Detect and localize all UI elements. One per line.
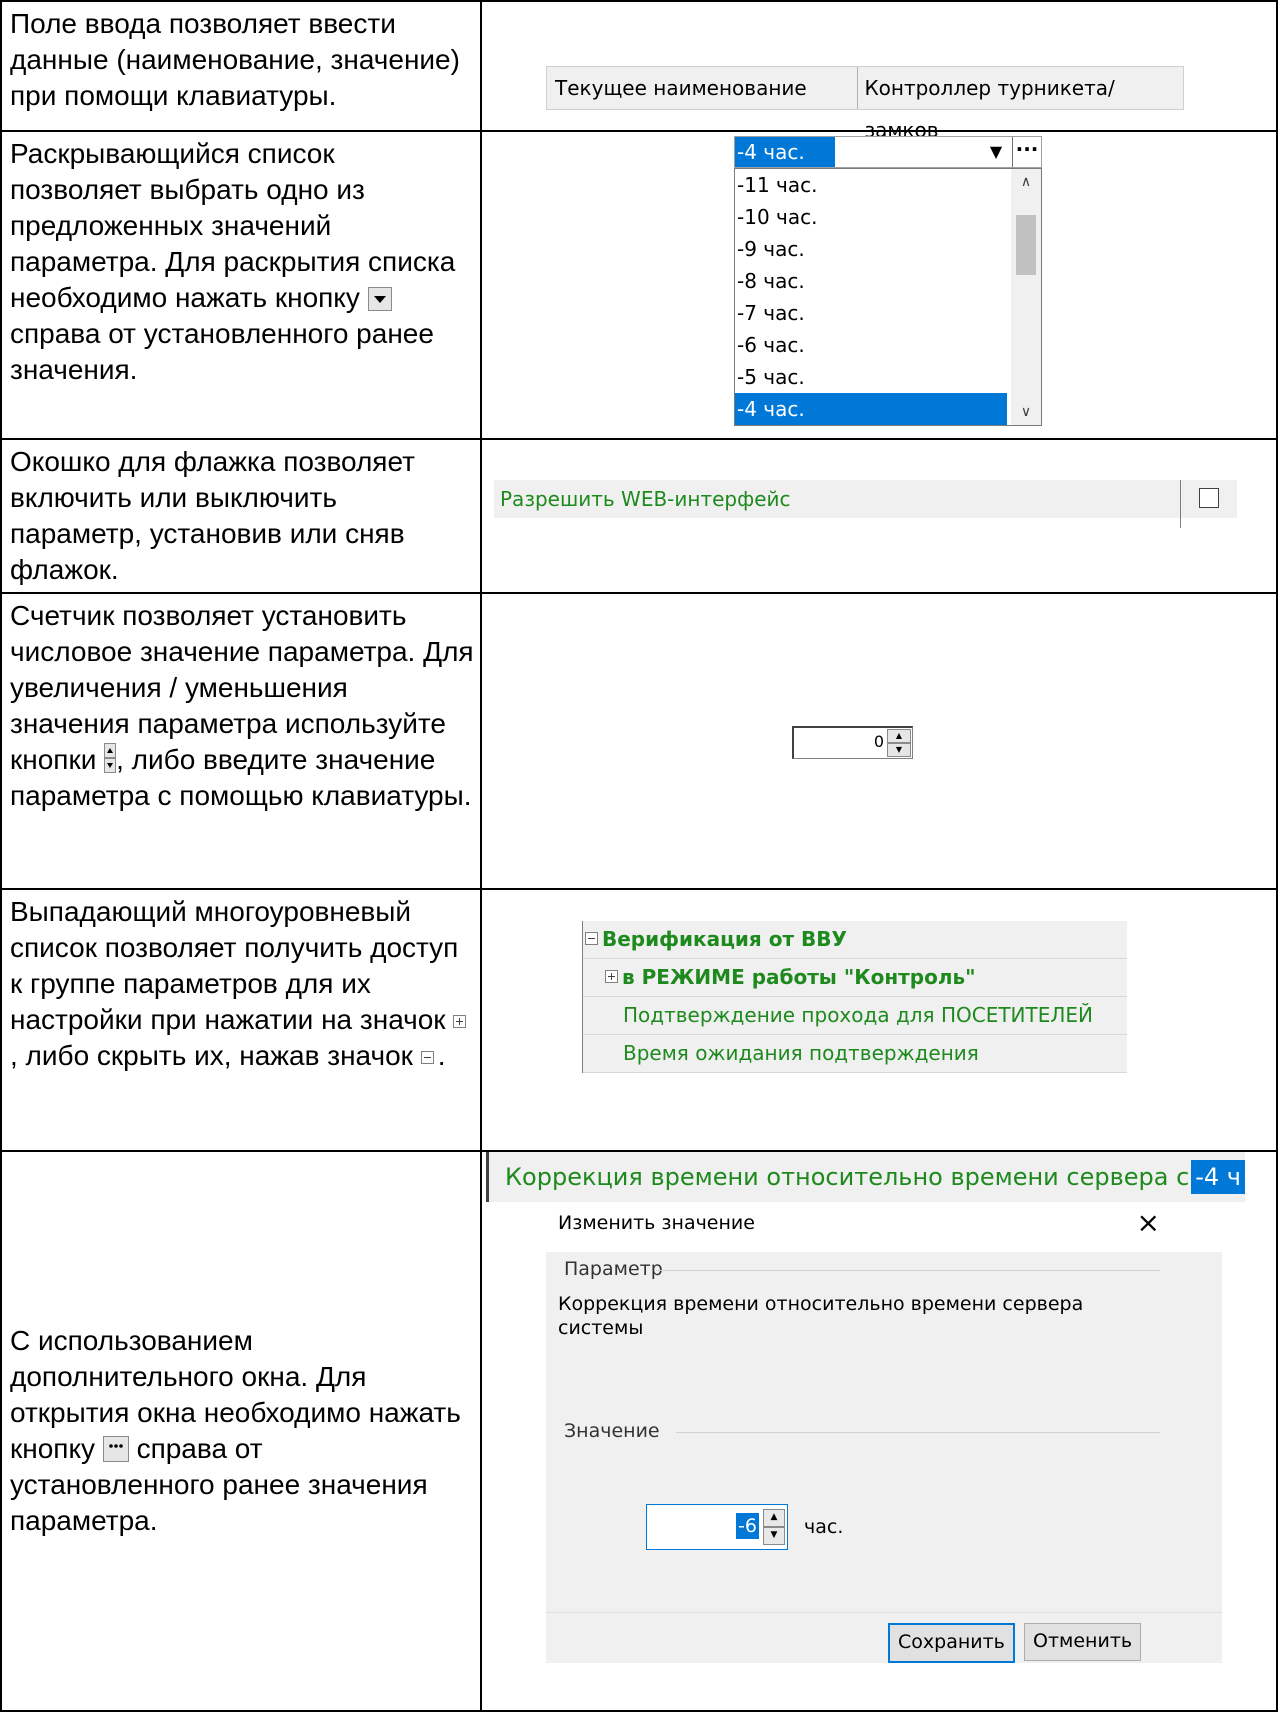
- dropdown-example: -4 час. ▼ ··· -11 час. -10 час. -9 час. …: [734, 136, 1042, 426]
- tree-item[interactable]: Подтверждение прохода для ПОСЕТИТЕЛЕЙ: [583, 997, 1127, 1035]
- example-cell: -4 час. ▼ ··· -11 час. -10 час. -9 час. …: [480, 130, 1278, 440]
- decrement-icon[interactable]: ▼: [887, 743, 911, 757]
- description-text: справа от установленного ранее значения.: [10, 318, 434, 385]
- collapse-icon: [420, 1051, 434, 1064]
- example-cell: 0 ▲ ▼: [480, 592, 1278, 890]
- example-cell: Разрешить WEB-интерфейс: [480, 438, 1278, 594]
- description-cell: Выпадающий многоуровневый список позволя…: [0, 888, 482, 1152]
- text-input-example[interactable]: Текущее наименование Контроллер турникет…: [546, 66, 1184, 142]
- save-button[interactable]: Сохранить: [888, 1623, 1015, 1663]
- decrement-icon[interactable]: ▼: [763, 1527, 785, 1545]
- tree-item-label: в РЕЖИМЕ работы "Контроль": [622, 965, 976, 989]
- collapse-icon[interactable]: [585, 932, 598, 945]
- unit-label: час.: [804, 1516, 844, 1538]
- dropdown-option[interactable]: -11 час.: [735, 169, 1007, 201]
- tree-item-label: Подтверждение прохода для ПОСЕТИТЕЛЕЙ: [623, 1003, 1093, 1027]
- dropdown-option[interactable]: -8 час.: [735, 265, 1007, 297]
- group-divider: [676, 1432, 1160, 1433]
- dropdown-field[interactable]: -4 час. ▼ ···: [734, 136, 1042, 168]
- table-row: Поле ввода позволяет ввести данные (наим…: [0, 0, 1278, 142]
- counter-value[interactable]: 0: [874, 728, 884, 756]
- parameter-label: Коррекция времени относительно времени с…: [505, 1163, 1245, 1191]
- parameter-row[interactable]: Коррекция времени относительно времени с…: [486, 1152, 1245, 1202]
- increment-icon[interactable]: ▲: [887, 729, 911, 743]
- scrollbar-thumb[interactable]: [1016, 215, 1036, 275]
- param-name: Коррекция времени относительно времени с…: [558, 1293, 1084, 1339]
- close-icon[interactable]: ×: [1137, 1206, 1160, 1239]
- dropdown-arrow-icon: [367, 287, 392, 311]
- tree-list-example: Верификация от ВВУ в РЕЖИМЕ работы "Конт…: [582, 921, 1127, 1073]
- dialog-body: Параметр Коррекция времени относительно …: [546, 1252, 1222, 1663]
- checkbox[interactable]: [1199, 488, 1219, 508]
- checkbox-example: Разрешить WEB-интерфейс: [494, 480, 1237, 528]
- param-group-label: Параметр: [564, 1258, 663, 1280]
- tree-item-label: Верификация от ВВУ: [602, 927, 847, 951]
- dropdown-list: -11 час. -10 час. -9 час. -8 час. -7 час…: [734, 168, 1042, 426]
- example-cell: Верификация от ВВУ в РЕЖИМЕ работы "Конт…: [480, 888, 1278, 1152]
- table-row: С использованием дополнительного окна. Д…: [0, 1150, 1278, 1712]
- description-text: Поле ввода позволяет ввести данные (наим…: [10, 8, 460, 111]
- description-cell: Счетчик позволяет установить числовое зн…: [0, 592, 482, 890]
- edit-value-dialog: Изменить значение × Параметр Коррекция в…: [546, 1202, 1222, 1663]
- dropdown-selected-value: -4 час.: [735, 137, 835, 167]
- table-row: Раскрывающийся список позволяет выбрать …: [0, 130, 1278, 440]
- tree-item[interactable]: в РЕЖИМЕ работы "Контроль": [583, 959, 1127, 997]
- ellipsis-button-icon: [102, 1436, 129, 1462]
- increment-icon[interactable]: ▲: [763, 1509, 785, 1527]
- ellipsis-button[interactable]: ···: [1012, 137, 1041, 167]
- value-group-label: Значение: [564, 1420, 660, 1442]
- scroll-up-icon[interactable]: ∧: [1011, 169, 1041, 195]
- description-cell: С использованием дополнительного окна. Д…: [0, 1150, 482, 1712]
- tree-item[interactable]: Верификация от ВВУ: [583, 921, 1127, 959]
- value-input[interactable]: -6 ▲ ▼: [646, 1504, 788, 1550]
- parameter-value[interactable]: -4 ч: [1191, 1160, 1245, 1194]
- group-divider: [656, 1270, 1160, 1271]
- value-text[interactable]: -6: [736, 1513, 759, 1539]
- table-row: Окошко для флажка позволяет включить или…: [0, 438, 1278, 594]
- scrollbar[interactable]: ∧ ∨: [1011, 169, 1041, 425]
- expand-icon: [453, 1015, 467, 1028]
- dropdown-option[interactable]: -6 час.: [735, 329, 1007, 361]
- description-text: , либо скрыть их, нажав значок: [10, 1040, 421, 1071]
- example-cell: Коррекция времени относительно времени с…: [480, 1150, 1278, 1712]
- table-row: Выпадающий многоуровневый список позволя…: [0, 888, 1278, 1152]
- dropdown-option-selected[interactable]: -4 час.: [735, 393, 1007, 425]
- dialog-title: Изменить значение: [558, 1212, 755, 1234]
- spin-buttons[interactable]: ▲ ▼: [887, 729, 911, 757]
- counter-example[interactable]: 0 ▲ ▼: [792, 726, 913, 759]
- expand-icon[interactable]: [605, 970, 618, 983]
- description-text: Выпадающий многоуровневый список позволя…: [10, 896, 459, 1035]
- description-text: .: [437, 1040, 446, 1071]
- tree-item-label: Время ожидания подтверждения: [623, 1041, 979, 1065]
- column-divider: [1180, 480, 1181, 528]
- spin-buttons[interactable]: ▲ ▼: [763, 1509, 785, 1545]
- checkbox-label: Разрешить WEB-интерфейс: [500, 487, 791, 511]
- description-cell: Окошко для флажка позволяет включить или…: [0, 438, 482, 594]
- spin-buttons-icon: [104, 743, 117, 773]
- dropdown-option[interactable]: -7 час.: [735, 297, 1007, 329]
- tree-item[interactable]: Время ожидания подтверждения: [583, 1035, 1127, 1073]
- table-row: Счетчик позволяет установить числовое зн…: [0, 592, 1278, 890]
- dropdown-option[interactable]: -9 час.: [735, 233, 1007, 265]
- dropdown-option[interactable]: -5 час.: [735, 361, 1007, 393]
- cancel-button[interactable]: Отменить: [1024, 1623, 1142, 1661]
- field-value[interactable]: Контроллер турникета/замков: [858, 67, 1183, 142]
- example-cell: Текущее наименование Контроллер турникет…: [480, 0, 1278, 142]
- description-text: Окошко для флажка позволяет включить или…: [10, 446, 415, 585]
- description-cell: Поле ввода позволяет ввести данные (наим…: [0, 0, 482, 132]
- dialog-footer: Сохранить Отменить: [546, 1612, 1222, 1663]
- controls-table: Поле ввода позволяет ввести данные (наим…: [0, 0, 1278, 1712]
- description-cell: Раскрывающийся список позволяет выбрать …: [0, 130, 482, 440]
- dropdown-arrow-icon[interactable]: ▼: [982, 137, 1010, 167]
- field-label: Текущее наименование: [547, 67, 859, 109]
- scroll-down-icon[interactable]: ∨: [1011, 399, 1041, 425]
- dropdown-option[interactable]: -10 час.: [735, 201, 1007, 233]
